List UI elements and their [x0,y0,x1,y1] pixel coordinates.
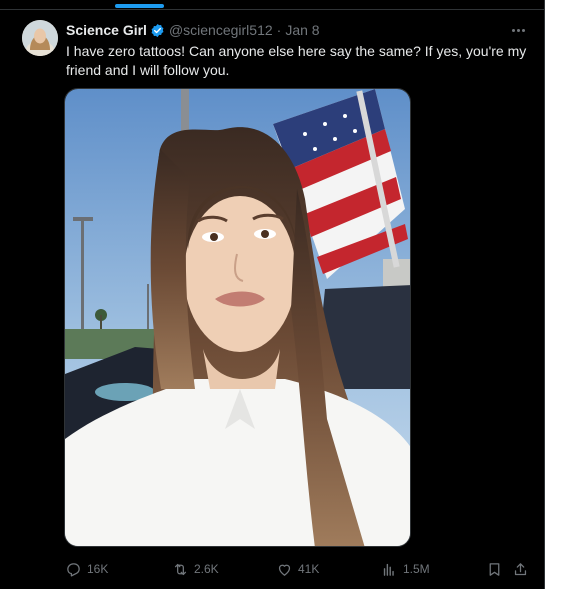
share-button[interactable] [512,558,529,580]
header-separator: · [276,22,282,38]
share-icon [514,562,527,575]
tweet-date[interactable]: Jan 8 [285,22,319,38]
like-button[interactable]: 41K [276,558,319,580]
user-handle[interactable]: @sciencegirl512 [169,22,273,38]
active-tab-indicator [115,4,164,8]
tweet-actions: 16K 2.6K 41K 1.5M [0,558,545,580]
repost-icon [174,563,187,575]
views-button[interactable]: 1.5M [381,558,430,580]
avatar[interactable] [22,20,58,56]
repost-count: 2.6K [194,562,219,576]
tweet-text: I have zero tattoos! Can anyone else her… [66,43,527,78]
repost-button[interactable]: 2.6K [172,558,219,580]
tweet-header: Science Girl @sciencegirl512 · Jan 8 [66,21,320,39]
view-count: 1.5M [403,562,430,576]
like-icon [278,564,291,576]
more-options-icon[interactable] [508,20,528,40]
reply-button[interactable]: 16K [65,558,108,580]
views-icon [383,563,394,576]
timeline-panel: Science Girl @sciencegirl512 · Jan 8 I h… [0,0,545,589]
like-count: 41K [298,562,320,576]
bookmark-button[interactable] [486,558,503,580]
tab-divider [0,9,545,10]
reply-count: 16K [87,562,109,576]
verified-badge-icon[interactable] [150,23,165,38]
tweet-photo[interactable] [64,88,411,547]
reply-icon [67,562,80,577]
display-name[interactable]: Science Girl [66,22,147,38]
bookmark-icon [489,562,500,576]
